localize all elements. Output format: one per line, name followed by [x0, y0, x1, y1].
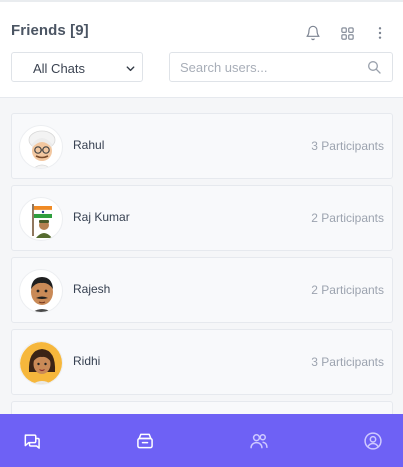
friend-item-rahul[interactable]: Rahul 3 Participants: [11, 113, 393, 179]
chevron-down-icon: [125, 62, 136, 77]
chat-filter-value: All Chats: [33, 61, 86, 76]
friends-list: Rahul 3 Participants Raj Kumar 2 Partici…: [0, 98, 403, 414]
participants-count: 2 Participants: [311, 211, 384, 225]
chats-icon[interactable]: [20, 429, 44, 453]
participants-count: 3 Participants: [311, 139, 384, 153]
participants-count: 3 Participants: [311, 355, 384, 369]
more-vertical-icon[interactable]: [371, 24, 389, 42]
participants-count: 2 Participants: [311, 283, 384, 297]
friends-header: Friends [9] All Chats: [0, 2, 403, 98]
avatar: [19, 341, 63, 385]
friend-name: Raj Kumar: [73, 210, 130, 224]
search-icon[interactable]: [366, 59, 382, 80]
avatar: [19, 125, 63, 169]
users-icon[interactable]: [247, 429, 271, 453]
friend-item-rajesh[interactable]: Rajesh 2 Participants: [11, 257, 393, 323]
friend-name: Rajesh: [73, 282, 111, 296]
page-title: Friends [9]: [11, 22, 89, 39]
friend-name: Rahul: [73, 138, 105, 152]
avatar: [19, 197, 63, 241]
profile-icon[interactable]: [361, 429, 385, 453]
bell-icon[interactable]: [304, 24, 322, 42]
bottom-nav: [0, 414, 403, 467]
chat-filter-select[interactable]: All Chats: [11, 52, 143, 82]
friend-name: Ridhi: [73, 354, 101, 368]
friend-item-ridhi[interactable]: Ridhi 3 Participants: [11, 329, 393, 395]
archive-icon[interactable]: [133, 429, 157, 453]
search-input[interactable]: [170, 53, 360, 81]
friend-item-partial[interactable]: [11, 401, 393, 414]
search-box: [169, 52, 393, 82]
friend-item-raj-kumar[interactable]: Raj Kumar 2 Participants: [11, 185, 393, 251]
grid-icon[interactable]: [338, 24, 356, 42]
avatar: [19, 269, 63, 313]
